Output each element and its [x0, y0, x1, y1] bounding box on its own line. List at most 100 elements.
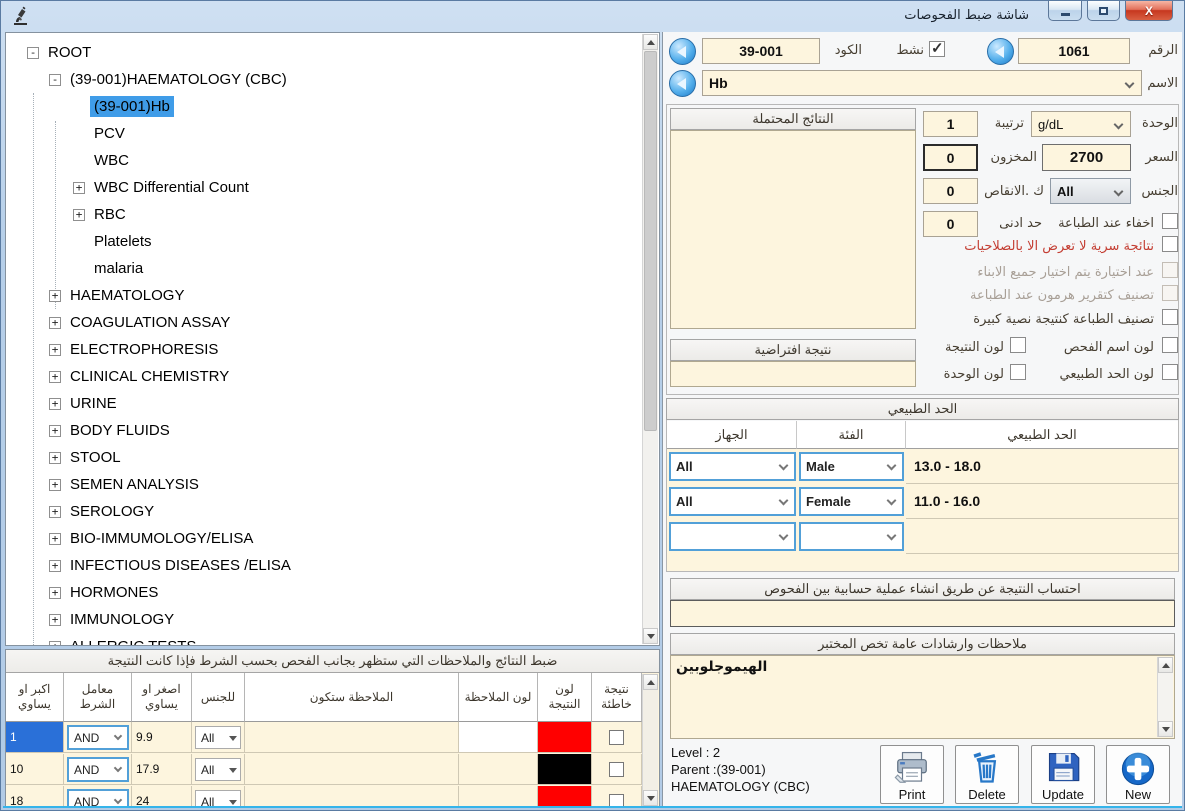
tree-item-stool[interactable]: +STOOL — [6, 444, 641, 471]
expand-icon[interactable]: + — [49, 398, 61, 410]
note-color-swatch[interactable] — [459, 722, 538, 753]
result-color-swatch[interactable] — [538, 722, 592, 753]
close-button[interactable]: X — [1125, 1, 1173, 21]
tree-item-bio-immunology[interactable]: +BIO-IMMUMOLOGY/ELISA — [6, 525, 641, 552]
expand-icon[interactable]: + — [73, 209, 85, 221]
name-combobox[interactable]: Hb — [702, 70, 1142, 96]
min-limit-field[interactable]: 0 — [923, 211, 978, 237]
wrong-result-checkbox[interactable] — [609, 762, 624, 777]
tree-item-malaria[interactable]: malaria — [6, 255, 641, 282]
tree-item-clipped[interactable]: +ALLERGIC TESTS — [6, 633, 641, 646]
color-unit-checkbox[interactable] — [1010, 364, 1026, 380]
tree-item-semen[interactable]: +SEMEN ANALYSIS — [6, 471, 641, 498]
maximize-button[interactable] — [1087, 1, 1120, 21]
expand-icon[interactable]: + — [49, 506, 61, 518]
lte-cell[interactable]: 17.9 — [132, 754, 192, 785]
result-color-swatch[interactable] — [538, 754, 592, 785]
expand-icon[interactable]: + — [49, 425, 61, 437]
hide-on-print-checkbox[interactable] — [1162, 213, 1178, 229]
wrong-result-checkbox[interactable] — [609, 794, 624, 809]
gender-combobox[interactable]: All — [195, 790, 241, 808]
possible-results-list[interactable] — [670, 130, 916, 329]
expand-icon[interactable]: + — [49, 587, 61, 599]
tree-item-urine[interactable]: +URINE — [6, 390, 641, 417]
collapse-icon[interactable]: - — [27, 47, 39, 59]
conditions-scrollbar[interactable] — [642, 674, 658, 806]
expand-icon[interactable]: + — [49, 452, 61, 464]
tree-item-body-fluids[interactable]: +BODY FLUIDS — [6, 417, 641, 444]
note-cell[interactable] — [245, 786, 459, 808]
gte-cell[interactable]: 10 — [6, 754, 64, 785]
lte-cell[interactable]: 24 — [132, 786, 192, 808]
prev-number-button[interactable] — [987, 38, 1014, 65]
expand-icon[interactable]: + — [73, 182, 85, 194]
expand-icon[interactable]: + — [49, 290, 61, 302]
confidential-checkbox[interactable] — [1162, 236, 1178, 252]
lte-cell[interactable]: 9.9 — [132, 722, 192, 753]
gte-cell[interactable]: 18 — [6, 786, 64, 808]
wrong-result-checkbox[interactable] — [609, 730, 624, 745]
operator-combobox[interactable]: AND — [67, 789, 129, 808]
tree-item-platelets[interactable]: Platelets — [6, 228, 641, 255]
expand-icon[interactable]: + — [49, 317, 61, 329]
gender-combobox[interactable]: All — [195, 726, 241, 749]
expand-icon[interactable]: + — [49, 614, 61, 626]
range-value-cell[interactable]: 11.0 - 16.0 — [906, 484, 1178, 519]
scroll-up-icon[interactable] — [643, 34, 658, 50]
tree-item-infectious[interactable]: +INFECTIOUS DISEASES /ELISA — [6, 552, 641, 579]
price-field[interactable]: 2700 — [1042, 144, 1131, 171]
gender-combobox[interactable]: All — [1050, 178, 1131, 204]
tree-scrollbar[interactable] — [642, 34, 658, 644]
category-combobox[interactable]: Male — [799, 452, 904, 481]
tree-item-haematology[interactable]: +HAEMATOLOGY — [6, 282, 641, 309]
lab-notes-textarea[interactable]: الهيموجلوبين — [670, 655, 1175, 739]
scroll-up-icon[interactable] — [1158, 657, 1173, 673]
active-checkbox[interactable] — [929, 41, 945, 57]
unit-combobox[interactable]: g/dL — [1031, 111, 1131, 137]
device-combobox[interactable] — [669, 522, 796, 551]
note-cell[interactable] — [245, 754, 459, 785]
operator-combobox[interactable]: AND — [67, 757, 129, 782]
prev-name-button[interactable] — [669, 70, 696, 97]
collapse-icon[interactable]: - — [49, 74, 61, 86]
order-field[interactable]: 1 — [923, 111, 978, 137]
number-field[interactable]: 1061 — [1018, 38, 1130, 64]
delete-button[interactable]: Delete — [955, 745, 1019, 804]
tree-item-rbc[interactable]: +RBC — [6, 201, 641, 228]
expand-icon[interactable]: + — [49, 371, 61, 383]
new-button[interactable]: New — [1106, 745, 1170, 804]
category-combobox[interactable] — [799, 522, 904, 551]
expand-icon[interactable]: + — [49, 344, 61, 356]
tree-item-hormones[interactable]: +HORMONES — [6, 579, 641, 606]
tree-item-haematology-cbc[interactable]: -(39-001)HAEMATOLOGY (CBC) — [6, 66, 641, 93]
category-combobox[interactable]: Female — [799, 487, 904, 516]
expand-icon[interactable]: + — [49, 641, 61, 647]
note-color-swatch[interactable] — [459, 754, 538, 785]
note-cell[interactable] — [245, 722, 459, 753]
tree-item-serology[interactable]: +SEROLOGY — [6, 498, 641, 525]
tree-item-clinical-chemistry[interactable]: +CLINICAL CHEMISTRY — [6, 363, 641, 390]
big-text-print-checkbox[interactable] — [1162, 309, 1178, 325]
default-result-field[interactable] — [670, 361, 916, 387]
notes-scrollbar[interactable] — [1157, 657, 1173, 737]
decrement-field[interactable]: 0 — [923, 178, 978, 204]
tree-item-wbc-diff[interactable]: +WBC Differential Count — [6, 174, 641, 201]
expand-icon[interactable]: + — [49, 479, 61, 491]
update-button[interactable]: Update — [1031, 745, 1095, 804]
result-color-swatch[interactable] — [538, 786, 592, 808]
tree-item-coagulation[interactable]: +COAGULATION ASSAY — [6, 309, 641, 336]
tree-item-pcv[interactable]: PCV — [6, 120, 641, 147]
device-combobox[interactable]: All — [669, 452, 796, 481]
range-value-cell[interactable] — [906, 519, 1178, 554]
tree-item-root[interactable]: -ROOT — [6, 39, 641, 66]
color-test-name-checkbox[interactable] — [1162, 337, 1178, 353]
code-field[interactable]: 39-001 — [702, 38, 820, 64]
scroll-down-icon[interactable] — [643, 628, 658, 644]
color-normal-checkbox[interactable] — [1162, 364, 1178, 380]
expand-icon[interactable]: + — [49, 560, 61, 572]
expand-icon[interactable]: + — [49, 533, 61, 545]
scroll-up-icon[interactable] — [643, 674, 658, 690]
calculation-field[interactable] — [670, 600, 1175, 627]
tree-item-wbc[interactable]: WBC — [6, 147, 641, 174]
scrollbar-thumb[interactable] — [644, 51, 657, 431]
